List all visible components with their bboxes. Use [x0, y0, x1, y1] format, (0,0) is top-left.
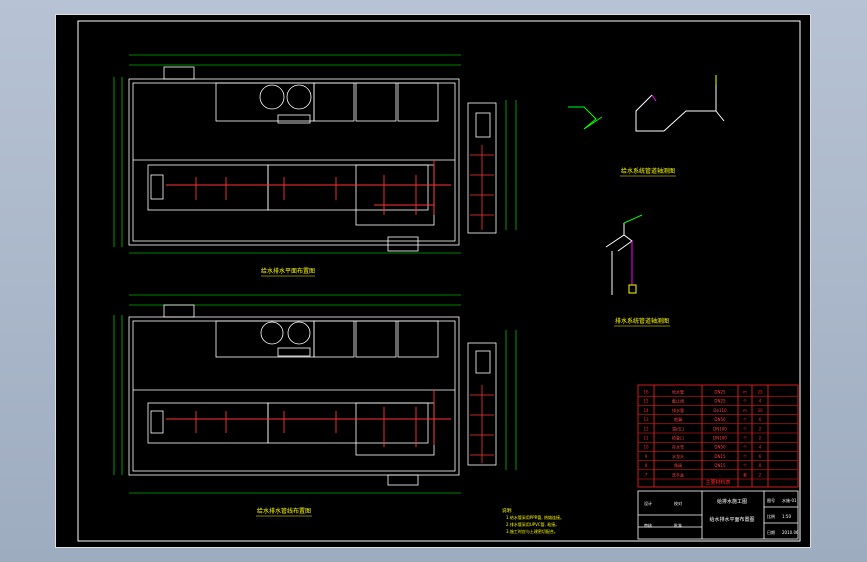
table-cell-qty: 8 — [759, 463, 762, 468]
plan-bottom-dimensions — [113, 294, 517, 494]
table-cell-spec: - — [719, 472, 721, 477]
title-block-drawing-name: 给水排水平面布置图 — [709, 516, 754, 523]
table-cell-qty: 30 — [757, 408, 763, 413]
table-cell-name: 地漏 — [674, 416, 682, 422]
drawing-frame — [77, 20, 801, 542]
table-cell-unit: 套 — [743, 471, 747, 477]
table-cell-qty: 6 — [759, 417, 762, 422]
notes-heading: 说明: — [502, 507, 513, 514]
table-cell-spec: De110 — [713, 408, 727, 413]
table-cell-no: 15 — [643, 399, 649, 404]
table-cell-no: 13 — [643, 417, 649, 422]
table-cell-qty: 25 — [757, 390, 763, 395]
table-cell-no: 16 — [643, 390, 649, 395]
material-table-title: 主要材料表 — [705, 479, 730, 486]
title-block-field-value: 1:50 — [782, 514, 791, 519]
title-block-label: 校对 — [674, 500, 682, 506]
table-cell-no: 12 — [643, 426, 649, 431]
note-line-2: 2.排水管采用UPVC管, 粘接。 — [506, 521, 559, 527]
table-cell-qty: 4 — [759, 399, 762, 404]
table-cell-name: 检查口 — [672, 435, 684, 441]
table-cell-unit: m — [743, 408, 747, 413]
table-cell-name: 角阀 — [674, 462, 682, 468]
title-block-field-label: 日期 — [767, 529, 775, 535]
plan-bottom-riser-column — [467, 342, 497, 466]
table-cell-no: 8 — [645, 463, 648, 468]
title-block-field-label: 比例 — [767, 513, 775, 519]
title-block-label: 批准 — [674, 522, 682, 528]
table-cell-spec: DN50 — [714, 417, 726, 422]
table-cell-qty: 2 — [759, 436, 762, 441]
table-cell-name: 存水弯 — [672, 444, 684, 450]
title-block-project: 给排水施工图 — [717, 498, 747, 505]
table-cell-name: 水龙头 — [672, 453, 684, 459]
plan-bottom — [113, 294, 517, 494]
table-cell-no: 11 — [643, 436, 649, 441]
table-cell-spec: DN25 — [714, 399, 726, 404]
plan-bottom-title: 给水排水管线布置图 — [257, 507, 311, 515]
plan-top — [113, 54, 517, 254]
plan-top-title: 给水排水平面布置图 — [261, 267, 315, 275]
table-cell-no: 7 — [645, 472, 648, 477]
table-cell-name: 洗手盆 — [672, 471, 684, 477]
plan-bottom-pipes — [166, 390, 451, 447]
note-line-3: 3.施工时应与土建密切配合。 — [506, 528, 558, 534]
plan-top-dimensions — [113, 54, 517, 254]
table-cell-unit: 个 — [743, 417, 747, 422]
cad-drawing-sheet: 16 给水管 DN25 m 25 15 截止阀 DN25 个 4 14 排水管 De110 m 30 13 地漏… — [55, 14, 811, 548]
title-block-field-value: 水施-01 — [782, 497, 797, 503]
title-block-fields: 图号 水施-01 比例 1:50 日期 2010.06 — [767, 497, 799, 535]
note-line-1: 1.给水管采用PPR管, 热熔连接。 — [506, 514, 564, 520]
iso-drain-title: 排水系统管道轴测图 — [615, 317, 669, 325]
table-cell-spec: DN15 — [714, 454, 726, 459]
table-cell-spec: DN25 — [714, 390, 726, 395]
title-block-field-value: 2010.06 — [782, 530, 799, 535]
table-cell-qty: 2 — [759, 426, 762, 431]
table-cell-spec: DN15 — [714, 463, 726, 468]
table-cell-unit: 个 — [743, 436, 747, 441]
table-cell-unit: 个 — [743, 463, 747, 468]
plan-top-supply-pipes — [166, 160, 451, 215]
table-cell-unit: 个 — [743, 454, 747, 459]
title-block-label: 审核 — [644, 522, 652, 528]
table-cell-name: 给水管 — [672, 389, 684, 395]
title-block-label: 设计 — [644, 500, 652, 506]
table-cell-no: 10 — [643, 445, 649, 450]
iso-supply-diagram — [568, 75, 725, 132]
table-cell-spec: DN100 — [713, 426, 727, 431]
table-cell-qty: 2 — [759, 472, 762, 477]
table-cell-unit: 个 — [743, 399, 747, 404]
table-cell-unit: 个 — [743, 426, 747, 431]
table-cell-no: 9 — [645, 454, 648, 459]
table-cell-name: 清扫口 — [672, 425, 684, 431]
title-block-labels: 设计 校对审核 批准 — [644, 500, 682, 528]
table-cell-unit: 个 — [743, 445, 747, 450]
table-cell-no: 14 — [643, 408, 649, 413]
iso-drain-diagram — [605, 214, 643, 295]
title-block-field-label: 图号 — [767, 497, 775, 503]
table-cell-spec: DN50 — [714, 445, 726, 450]
cad-canvas: 16 给水管 DN25 m 25 15 截止阀 DN25 个 4 14 排水管 De110 m 30 13 地漏… — [77, 20, 801, 542]
material-table-rows: 16 给水管 DN25 m 25 15 截止阀 DN25 个 4 14 排水管 De110 m 30 13 地漏… — [638, 389, 798, 480]
table-cell-unit: m — [743, 390, 747, 395]
table-cell-name: 排水管 — [672, 407, 684, 413]
table-cell-name: 截止阀 — [672, 398, 684, 404]
iso-supply-title: 给水系统管道轴测图 — [621, 167, 675, 175]
table-cell-qty: 4 — [759, 445, 762, 450]
plan-top-riser-column — [467, 102, 497, 234]
table-cell-qty: 6 — [759, 454, 762, 459]
table-cell-spec: DN100 — [713, 436, 727, 441]
